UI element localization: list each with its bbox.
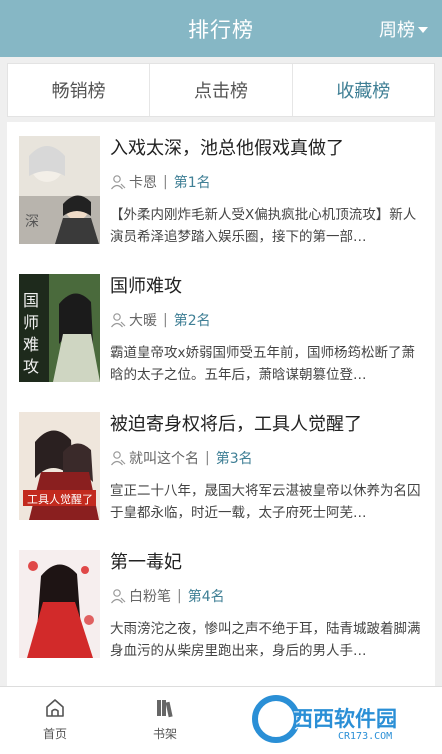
svg-text:师: 师 bbox=[23, 313, 39, 332]
watermark-url: CR173.COM bbox=[338, 731, 393, 742]
author-icon bbox=[111, 313, 126, 328]
author-icon bbox=[111, 175, 126, 190]
tab-favorites[interactable]: 收藏榜 bbox=[293, 64, 434, 116]
book-author: 大暖 bbox=[129, 313, 157, 329]
book-rank: 第4名 bbox=[187, 589, 225, 605]
chevron-down-icon bbox=[418, 27, 428, 33]
nav-bookshelf-label: 书架 bbox=[152, 727, 177, 741]
svg-text:工具人觉醒了: 工具人觉醒了 bbox=[27, 493, 93, 506]
book-cover-image[interactable]: 工具人觉醒了 bbox=[19, 412, 100, 520]
list-item[interactable]: 深 入戏太深，池总他假戏真做了 卡恩 | 第1名 【外柔内刚炸毛新人受X偏执疯批… bbox=[7, 122, 435, 258]
svg-text:深: 深 bbox=[25, 214, 39, 230]
book-description: 大雨滂沱之夜，惨叫之声不绝于耳，陆青城跛着脚满身血污的从柴房里跑出来，身后的男人… bbox=[110, 621, 421, 659]
list-item[interactable]: 工具人觉醒了 被迫寄身权将后，工具人觉醒了 就叫这个名 | 第3名 宣正二十八年… bbox=[7, 398, 435, 534]
watermark-logo: 西西软件园 CR173.COM bbox=[252, 693, 422, 749]
book-description: 霸道皇帝攻x娇弱国师受五年前，国师杨筠松断了萧晗的太子之位。五年后，萧晗谋朝篡位… bbox=[110, 345, 415, 383]
book-description: 【外柔内刚炸毛新人受X偏执疯批心机顶流攻】新人演员希泽追梦踏入娱乐圈，接下的第一… bbox=[110, 207, 417, 245]
book-cover-image[interactable]: 深 bbox=[19, 136, 100, 244]
book-list: 深 入戏太深，池总他假戏真做了 卡恩 | 第1名 【外柔内刚炸毛新人受X偏执疯批… bbox=[7, 122, 435, 686]
meta-divider: | bbox=[205, 450, 210, 466]
book-title[interactable]: 被迫寄身权将后，工具人觉醒了 bbox=[110, 410, 362, 436]
book-meta: 卡恩 | 第1名 bbox=[110, 172, 211, 192]
book-cover-image[interactable] bbox=[19, 550, 100, 658]
book-title[interactable]: 入戏太深，池总他假戏真做了 bbox=[110, 134, 344, 160]
top-bar: 排行榜 周榜 bbox=[0, 0, 442, 57]
book-title[interactable]: 国师难攻 bbox=[110, 272, 182, 298]
nav-home-label: 首页 bbox=[42, 727, 67, 741]
book-meta: 就叫这个名 | 第3名 bbox=[110, 448, 253, 468]
tab-clicks[interactable]: 点击榜 bbox=[150, 64, 293, 116]
book-author: 就叫这个名 bbox=[129, 451, 199, 467]
home-icon bbox=[46, 699, 64, 717]
book-author: 卡恩 bbox=[129, 175, 157, 191]
book-title[interactable]: 第一毒妃 bbox=[110, 548, 182, 574]
ranking-tabs: 畅销榜 点击榜 收藏榜 bbox=[7, 63, 435, 117]
meta-divider: | bbox=[163, 174, 168, 190]
book-meta: 大暖 | 第2名 bbox=[110, 310, 211, 330]
page-title: 排行榜 bbox=[188, 18, 254, 42]
list-item[interactable]: 第一毒妃 白粉笔 | 第4名 大雨滂沱之夜，惨叫之声不绝于耳，陆青城跛着脚满身血… bbox=[7, 536, 435, 672]
book-description: 宣正二十八年，晟国大将军云湛被皇帝以休养为名囚于皇都永临，时近一载，太子府死士阿… bbox=[110, 483, 421, 521]
book-rank: 第1名 bbox=[173, 175, 211, 191]
nav-home[interactable]: 首页 bbox=[0, 697, 110, 742]
watermark-text: 西西软件园 bbox=[292, 707, 397, 731]
book-rank: 第3名 bbox=[215, 451, 253, 467]
book-rank: 第2名 bbox=[173, 313, 211, 329]
svg-text:攻: 攻 bbox=[23, 357, 39, 376]
svg-text:国: 国 bbox=[23, 291, 39, 310]
period-label: 周榜 bbox=[379, 20, 415, 41]
svg-text:难: 难 bbox=[23, 335, 39, 354]
meta-divider: | bbox=[163, 312, 168, 328]
book-meta: 白粉笔 | 第4名 bbox=[110, 586, 225, 606]
period-dropdown[interactable]: 周榜 bbox=[379, 16, 428, 42]
list-item[interactable]: 国 师 难 攻 国师难攻 大暖 | 第2名 霸道皇帝攻x娇弱国师受五年前，国师杨… bbox=[7, 260, 435, 396]
nav-bookshelf[interactable]: 书架 bbox=[110, 697, 220, 742]
author-icon bbox=[111, 451, 126, 466]
book-author: 白粉笔 bbox=[129, 589, 171, 605]
tab-bestseller[interactable]: 畅销榜 bbox=[8, 64, 151, 116]
author-icon bbox=[111, 589, 126, 604]
book-cover-image[interactable]: 国 师 难 攻 bbox=[19, 274, 100, 382]
meta-divider: | bbox=[177, 588, 182, 604]
bottom-nav: 首页 书架 西西软件园 CR173.COM bbox=[0, 686, 442, 754]
bookshelf-icon bbox=[157, 700, 173, 718]
